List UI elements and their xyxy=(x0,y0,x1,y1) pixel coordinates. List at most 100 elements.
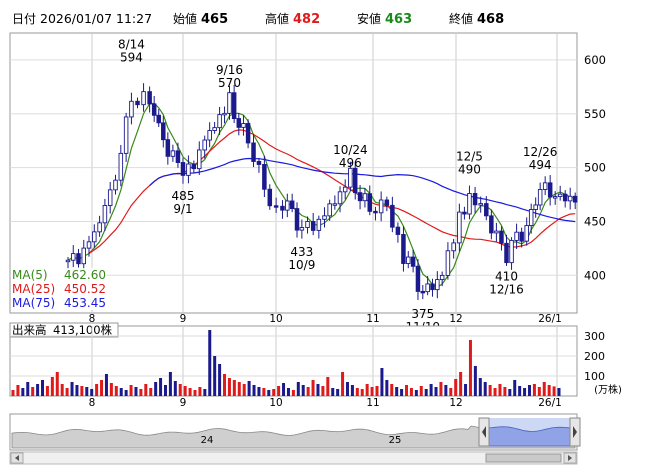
volume-bar xyxy=(247,381,251,396)
candle-body xyxy=(478,203,483,206)
volume-bar xyxy=(21,388,25,396)
candle-body xyxy=(420,290,426,294)
candle-body xyxy=(390,204,395,228)
navigator-right-handle[interactable] xyxy=(569,417,581,447)
candle-body xyxy=(197,149,202,170)
scrollbar-thumb[interactable] xyxy=(485,453,562,463)
volume-bar xyxy=(454,379,458,396)
volume-bar xyxy=(272,389,276,396)
candle-body xyxy=(129,100,134,118)
candle-body xyxy=(217,114,222,129)
volume-y-ticks: 100 200 300 xyxy=(584,330,605,383)
volume-bar xyxy=(547,385,551,396)
candle-body xyxy=(406,256,411,264)
candle-body xyxy=(165,139,171,157)
candle-body xyxy=(395,226,401,235)
volume-bar xyxy=(95,384,99,396)
volume-bar xyxy=(129,385,133,396)
candle-body xyxy=(552,196,558,199)
candle-body xyxy=(537,189,543,206)
legend-ma5-name: MA(5) xyxy=(12,268,48,282)
annotation-date-3: 10/9 xyxy=(288,258,315,272)
annotation-value-2: 570 xyxy=(218,76,241,90)
volume-bar xyxy=(70,382,74,396)
close-value: 468 xyxy=(477,12,504,27)
volume-bar xyxy=(409,388,413,396)
volume-bar xyxy=(483,382,487,396)
volume-bar xyxy=(537,387,541,396)
volume-bar xyxy=(163,385,167,396)
volume-bar xyxy=(429,384,433,396)
vol-x-tick-1: 9 xyxy=(180,397,187,409)
volume-bar xyxy=(355,388,359,396)
volume-bar xyxy=(242,384,246,396)
candle-body xyxy=(310,221,316,231)
volume-bar xyxy=(55,372,59,396)
volume-bar xyxy=(296,382,300,396)
candle-body xyxy=(472,193,478,206)
volume-bar xyxy=(90,389,94,396)
volume-bar xyxy=(85,387,89,396)
label-close: 終値 xyxy=(449,11,473,26)
candle-body xyxy=(212,127,217,131)
volume-bar xyxy=(60,384,64,396)
candle-body xyxy=(186,163,191,176)
candle-body xyxy=(367,193,373,212)
vol-y-tick-300: 300 xyxy=(584,330,605,343)
open-value: 465 xyxy=(201,12,228,27)
volume-bar xyxy=(193,390,197,396)
candle-body xyxy=(97,222,102,233)
volume-bar xyxy=(178,384,182,396)
candle-body xyxy=(81,247,86,265)
volume-bar xyxy=(26,382,30,396)
annotation-value-5: 375 xyxy=(411,307,434,321)
candle-body xyxy=(504,242,509,264)
y-tick-500: 500 xyxy=(584,161,606,175)
candle-body xyxy=(547,182,553,198)
volume-bar xyxy=(75,385,79,396)
annotation-value-4: 496 xyxy=(339,156,362,170)
volume-bar xyxy=(542,382,546,396)
legend-ma25-value: 450.52 xyxy=(64,282,106,296)
candle-body xyxy=(207,130,212,141)
volume-bar xyxy=(50,377,54,396)
candle-body xyxy=(151,103,157,116)
volume-bar xyxy=(523,388,527,396)
x-tick-1: 9 xyxy=(180,313,187,325)
volume-bar xyxy=(464,384,468,396)
x-tick-3: 11 xyxy=(366,313,379,325)
volume-bar xyxy=(424,389,428,396)
annotation-date-0: 8/14 xyxy=(118,37,145,51)
volume-bar xyxy=(213,356,217,396)
candle-body xyxy=(337,191,343,205)
candle-body xyxy=(76,253,81,265)
volume-bar xyxy=(124,390,128,396)
candle-body xyxy=(494,230,499,234)
candle-body xyxy=(280,205,285,211)
price-y-ticks: 400 450 500 550 600 xyxy=(584,53,606,282)
volume-bar xyxy=(277,386,281,396)
volume-bar xyxy=(203,389,207,396)
volume-bar xyxy=(144,384,148,396)
candle-body xyxy=(435,279,440,291)
candle-body xyxy=(567,195,573,202)
volume-bar xyxy=(286,388,290,396)
legend-ma75-value: 453.45 xyxy=(64,296,106,310)
volume-bar xyxy=(198,387,202,396)
candle-body xyxy=(123,116,129,154)
chart-svg: 日付 2026/01/07 11:27 始値 465 高値 482 安値 463… xyxy=(9,11,622,465)
navigator-left-handle[interactable] xyxy=(478,417,490,447)
navigator-label-25: 25 xyxy=(389,435,402,446)
annotation-date-8: 12/26 xyxy=(523,145,558,159)
volume-bar xyxy=(341,372,345,396)
volume-bar xyxy=(232,380,236,396)
candle-body xyxy=(299,227,305,231)
volume-bar xyxy=(375,386,379,396)
volume-bar xyxy=(527,385,531,396)
candle-body xyxy=(289,200,295,210)
volume-bar xyxy=(532,384,536,396)
volume-bar xyxy=(390,384,394,396)
volume-bar xyxy=(336,389,340,396)
candle-body xyxy=(457,211,462,244)
volume-bar xyxy=(311,380,315,396)
